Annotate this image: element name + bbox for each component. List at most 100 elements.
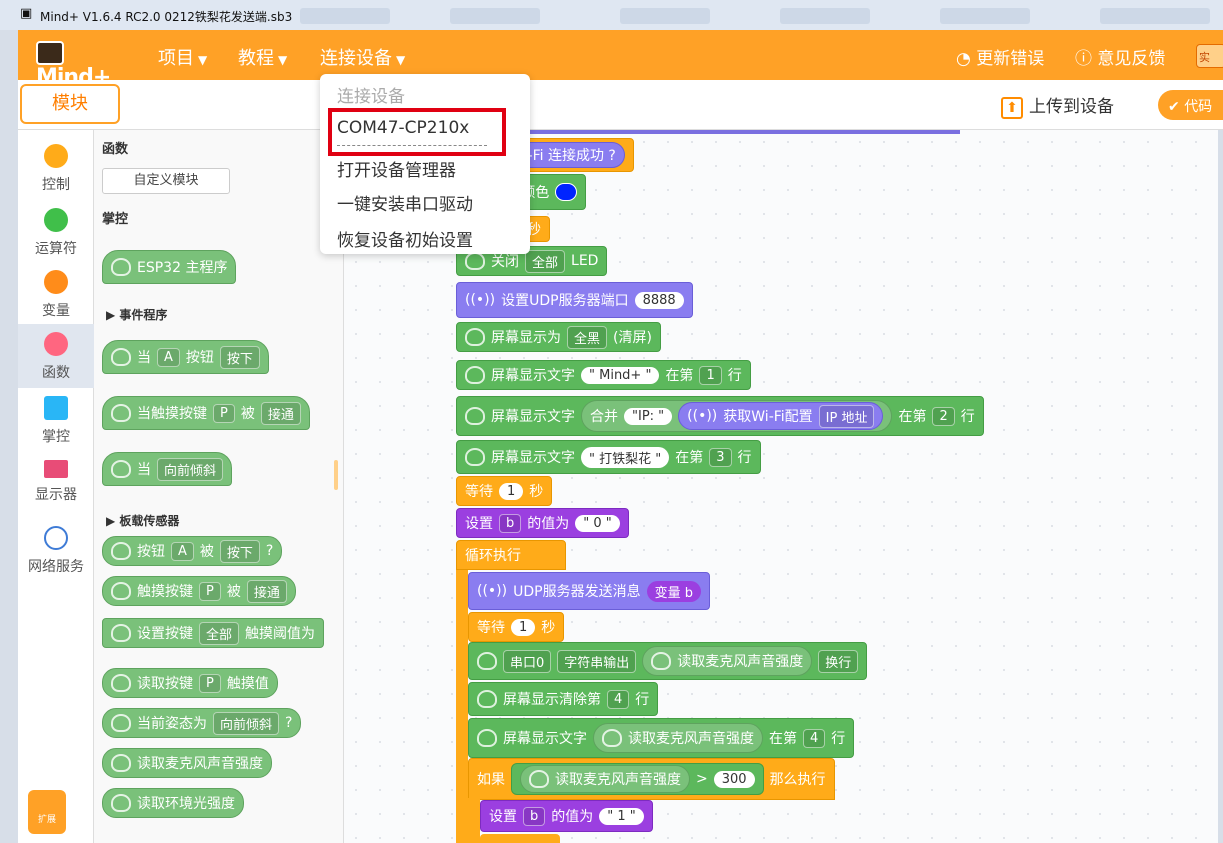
number-input[interactable]: 300	[713, 770, 755, 788]
background-tab[interactable]	[450, 8, 540, 24]
menu-project[interactable]: 项目 ▼	[158, 44, 207, 70]
number-input[interactable]: 1	[499, 482, 524, 500]
text-input[interactable]: " Mind+ "	[581, 366, 660, 384]
palette-block[interactable]: 当前姿态为 向前倾斜?	[102, 708, 302, 738]
dropdown[interactable]: 全黑	[567, 325, 608, 349]
read-mic-block[interactable]: 读取麦克风声音强度	[593, 723, 763, 753]
script-block[interactable]: ((•)) 设置UDP服务器端口 8888	[456, 282, 693, 318]
menu-item-install-driver[interactable]: 一键安装串口驱动	[337, 190, 473, 215]
read-mic-block[interactable]: 读取麦克风声音强度	[520, 765, 690, 793]
text-input[interactable]: "IP: "	[624, 407, 673, 425]
script-block[interactable]: 屏幕显示文字 " Mind+ " 在第 1 行	[456, 360, 751, 390]
dropdown[interactable]: A	[171, 541, 194, 561]
dropdown[interactable]: 字符串输出	[557, 649, 637, 673]
menu-connect-device[interactable]: 连接设备 ▼	[320, 44, 405, 70]
dropdown[interactable]: 4	[607, 689, 630, 709]
category-control[interactable]: 控制	[18, 136, 94, 200]
feedback-button[interactable]: ⓘ 意见反馈	[1075, 44, 1165, 69]
number-input[interactable]: 1	[511, 618, 536, 636]
hand-icon	[111, 258, 131, 276]
text-input[interactable]: " 1 "	[599, 807, 644, 825]
block-label: 读取按键	[137, 676, 193, 692]
category-variables[interactable]: 变量	[18, 262, 94, 326]
dropdown[interactable]: 按下	[219, 539, 260, 563]
color-swatch[interactable]	[555, 183, 578, 201]
compare-block[interactable]: 读取麦克风声音强度 >300	[511, 763, 764, 795]
get-wifi-config-block[interactable]: ((•)) 获取Wi-Fi配置 IP 地址	[678, 402, 884, 430]
background-tab[interactable]	[620, 8, 710, 24]
dropdown[interactable]: b	[523, 806, 546, 826]
background-tab[interactable]	[780, 8, 870, 24]
category-network[interactable]: 网络服务	[18, 518, 94, 582]
dropdown[interactable]: 3	[709, 447, 732, 467]
palette-block[interactable]: 当触摸按键 P 被接通	[102, 396, 310, 430]
dropdown[interactable]: IP 地址	[818, 404, 875, 428]
script-block[interactable]: 等待 1 秒	[456, 476, 553, 506]
palette-block[interactable]: 按钮 A 被按下?	[102, 536, 283, 566]
app-icon: ▣	[20, 6, 33, 21]
script-block[interactable]: 屏幕显示文字 " 打铁梨花 " 在第 3 行	[456, 440, 761, 474]
script-block[interactable]: 设置 b 的值为 " 1 "	[480, 800, 653, 832]
script-block[interactable]: 设置 b 的值为 " 0 "	[456, 508, 629, 538]
background-tab[interactable]	[940, 8, 1030, 24]
read-mic-block[interactable]: 读取麦克风声音强度	[642, 646, 813, 676]
dropdown[interactable]: 接通	[246, 579, 287, 603]
dropdown[interactable]: 全部	[199, 621, 240, 645]
palette-block[interactable]: 读取环境光强度	[102, 788, 244, 818]
background-tab[interactable]	[300, 8, 390, 24]
palette-block[interactable]: 触摸按键 P 被接通	[102, 576, 296, 606]
loop-block[interactable]: 循环执行	[456, 540, 566, 570]
category-functions[interactable]: 函数	[18, 324, 94, 388]
palette-block[interactable]: 读取按键 P 触摸值	[102, 668, 278, 698]
join-block[interactable]: 合并 "IP: " ((•)) 获取Wi-Fi配置 IP 地址	[581, 400, 893, 432]
script-block[interactable]: 等待 1 秒	[468, 612, 565, 642]
if-block[interactable]: 如果 读取麦克风声音强度 >300 那么执行	[468, 758, 835, 800]
dropdown[interactable]: 4	[803, 728, 826, 748]
extension-button[interactable]: 扩展	[28, 790, 66, 834]
variable-reporter[interactable]: 变量 b	[646, 580, 701, 602]
dropdown[interactable]: 2	[932, 406, 955, 426]
number-input[interactable]: 8888	[634, 291, 684, 309]
script-block[interactable]: 屏幕显示为 全黑 (清屏)	[456, 322, 661, 352]
category-mpython[interactable]: 掌控	[18, 388, 94, 452]
dropdown[interactable]: 串口0	[503, 649, 552, 673]
upload-button[interactable]: ⬆ 上传到设备	[1001, 92, 1114, 119]
dropdown[interactable]: b	[499, 513, 522, 533]
tab-modules[interactable]: 模块	[20, 84, 120, 124]
palette-block[interactable]: ESP32 主程序	[102, 250, 237, 284]
text-input[interactable]: " 0 "	[575, 514, 620, 532]
palette-block[interactable]: 当 A 按钮 按下	[102, 340, 269, 374]
palette-block[interactable]: 当向前倾斜	[102, 452, 233, 486]
dropdown[interactable]: A	[157, 347, 180, 367]
dropdown[interactable]: 向前倾斜	[157, 457, 224, 481]
dropdown[interactable]: P	[199, 673, 221, 693]
custom-block-button[interactable]: 自定义模块	[102, 168, 230, 194]
script-block[interactable]: 屏幕显示文字 读取麦克风声音强度 在第 4 行	[468, 718, 855, 758]
script-block[interactable]: 串口0 字符串输出 读取麦克风声音强度 换行	[468, 642, 868, 680]
menu-item-device-manager[interactable]: 打开设备管理器	[337, 156, 456, 181]
dropdown[interactable]: 全部	[525, 249, 566, 273]
text-input[interactable]: " 打铁梨花 "	[581, 446, 670, 468]
palette-block[interactable]: 设置按键 全部 触摸阈值为	[102, 618, 325, 648]
palette-block[interactable]: 读取麦克风声音强度	[102, 748, 272, 778]
script-block[interactable]: 屏幕显示清除第 4 行	[468, 682, 659, 716]
dropdown[interactable]: 向前倾斜	[213, 711, 280, 735]
menu-label: 教程	[238, 48, 274, 69]
real-mode-button[interactable]: 实	[1196, 44, 1223, 68]
dropdown[interactable]: 接通	[260, 401, 301, 425]
script-block[interactable]: 屏幕显示文字 合并 "IP: " ((•)) 获取Wi-Fi配置 IP 地址 在第 2 行	[456, 396, 984, 436]
code-button[interactable]: ✔ 代码	[1158, 90, 1223, 120]
background-tab[interactable]	[1100, 8, 1210, 24]
script-block[interactable]: ((•)) UDP服务器发送消息 变量 b	[468, 572, 710, 610]
update-errors-button[interactable]: ◔ 更新错误	[956, 44, 1044, 69]
category-display[interactable]: 显示器	[18, 452, 94, 516]
dropdown[interactable]: 按下	[219, 345, 260, 369]
dropdown[interactable]: 1	[699, 365, 722, 385]
menu-tutorial[interactable]: 教程 ▼	[238, 44, 287, 70]
menu-item-restore-device[interactable]: 恢复设备初始设置	[337, 226, 473, 251]
category-operators[interactable]: 运算符	[18, 200, 94, 264]
dropdown[interactable]: P	[213, 403, 235, 423]
palette-scrollbar[interactable]	[334, 460, 338, 490]
dropdown[interactable]: 换行	[818, 649, 859, 673]
dropdown[interactable]: P	[199, 581, 221, 601]
